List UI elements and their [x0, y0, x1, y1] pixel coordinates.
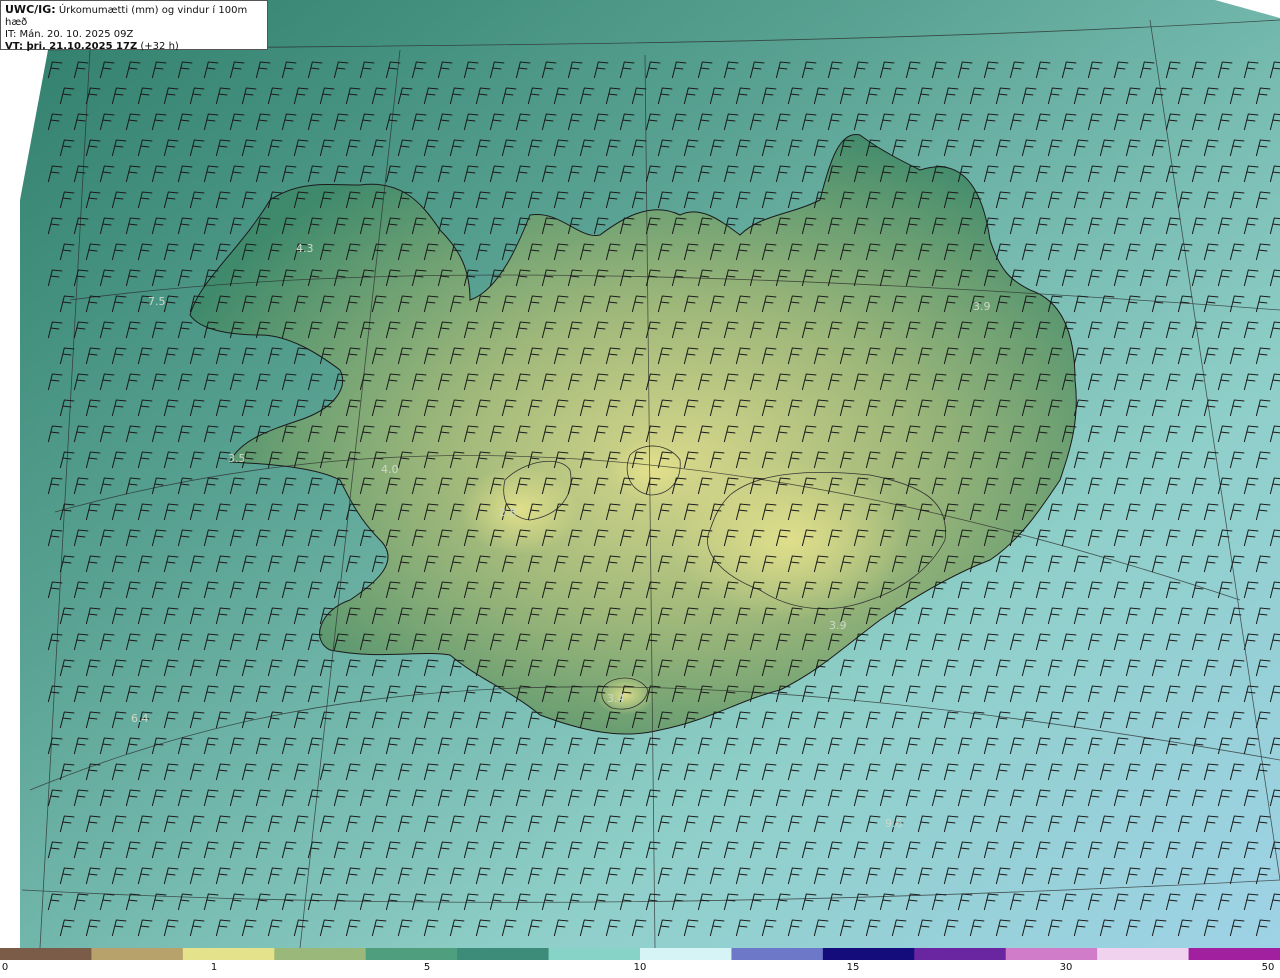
valid-time-label: VT:	[5, 41, 24, 52]
map-value: 4.0	[381, 463, 399, 476]
colorbar-segment	[548, 948, 641, 960]
valid-time-line: VT: þri. 21.10.2025 17Z (+32 h)	[5, 41, 263, 53]
colorbar-segment	[457, 948, 550, 960]
colorbar-segment	[0, 948, 92, 960]
colorbar-tick-label: 5	[423, 962, 431, 973]
weather-map: 4.3 7.5 3.9 3.5 4.0 2.8 3.9 6.4 3.4 9.6	[0, 0, 1280, 948]
valid-time-value: þri. 21.10.2025 17Z	[23, 41, 138, 52]
colorbar-segment	[1005, 948, 1098, 960]
colorbar-segment	[914, 948, 1007, 960]
title-line: UWC/IG: Úrkomumætti (mm) og vindur í 100…	[5, 4, 263, 29]
map-value: 3.9	[829, 619, 847, 632]
colorbar-segment	[274, 948, 367, 960]
colorbar-segment	[1097, 948, 1190, 960]
colorbar-tick-label: 50	[1261, 962, 1275, 973]
map-value: 3.9	[973, 300, 991, 313]
colorbar-tick-label: 30	[1059, 962, 1073, 973]
map-value: 2.8	[499, 506, 517, 519]
colorbar-tick-label: 0	[1, 962, 9, 973]
map-value: 4.3	[296, 242, 314, 255]
map-value: 9.6	[885, 817, 903, 830]
map-info-box: UWC/IG: Úrkomumætti (mm) og vindur í 100…	[0, 0, 268, 53]
colorbar-segment	[365, 948, 458, 960]
colorbar-tick-label: 10	[633, 962, 647, 973]
colorbar-segment	[1188, 948, 1280, 960]
colorbar-segment	[822, 948, 915, 960]
map-value: 6.4	[131, 712, 149, 725]
colorbar-tick-label: 15	[846, 962, 860, 973]
colorbar-segment	[640, 948, 732, 960]
colorbar-segment	[182, 948, 275, 960]
colorbar-segment	[91, 948, 184, 960]
colorbar-labels: 0 1 5 10 15 30 50	[0, 962, 1280, 978]
issue-time: IT: Mán. 20. 10. 2025 09Z	[5, 29, 134, 40]
map-value: 3.4	[607, 692, 625, 705]
forecast-lead: (+32 h)	[137, 41, 179, 52]
precipitation-colorbar	[0, 948, 1280, 960]
colorbar-segment	[731, 948, 824, 960]
colorbar-tick-label: 1	[210, 962, 218, 973]
model-title: UWC/IG:	[5, 3, 56, 16]
map-value: 7.5	[148, 295, 166, 308]
map-value: 3.5	[228, 452, 246, 465]
